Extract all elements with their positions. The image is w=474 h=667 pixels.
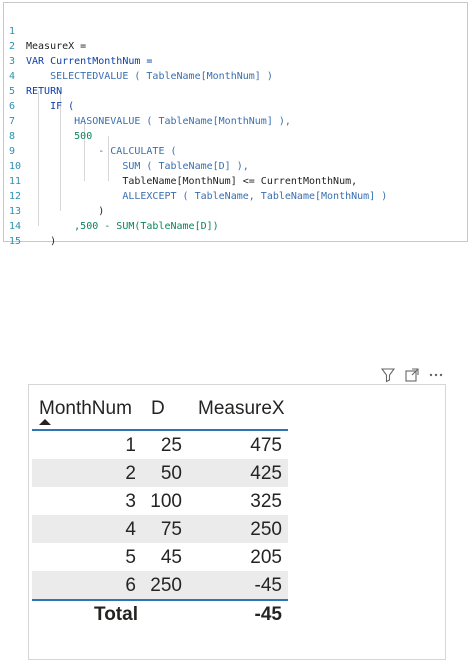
cell-monthnum: 5 bbox=[125, 547, 136, 568]
total-label: Total bbox=[94, 604, 138, 625]
code-line: 6 HASONEVALUE ( TableName[MonthNum] ), bbox=[4, 84, 464, 127]
code-line: 9 SUM ( TableName[D] ), bbox=[4, 129, 464, 172]
cell-measurex: -45 bbox=[254, 575, 282, 596]
cell-monthnum: 2 bbox=[125, 463, 136, 484]
column-header-monthnum[interactable]: MonthNum bbox=[39, 398, 132, 420]
code-text: ) bbox=[26, 236, 57, 247]
code-line: 8 - CALCULATE ( bbox=[4, 114, 464, 157]
cell-monthnum: 1 bbox=[125, 435, 136, 456]
cell-measurex: 425 bbox=[250, 463, 282, 484]
code-line: 7 500 bbox=[4, 99, 464, 142]
table-row: 6 250 -45 bbox=[32, 571, 288, 599]
table-row: 4 75 250 bbox=[32, 515, 288, 543]
column-header-d[interactable]: D bbox=[151, 398, 165, 420]
cell-d: 75 bbox=[160, 519, 182, 540]
code-line: 5 IF ( bbox=[4, 69, 464, 112]
dax-code-editor[interactable]: 1 MeasureX = 2 VAR CurrentMonthNum = 3 S… bbox=[3, 2, 468, 247]
column-header-measurex[interactable]: MeasureX bbox=[198, 398, 285, 420]
cell-d: 45 bbox=[160, 547, 182, 568]
total-divider bbox=[32, 599, 288, 601]
sort-ascending-icon bbox=[39, 419, 51, 425]
cell-monthnum: 3 bbox=[125, 491, 136, 512]
cell-monthnum: 6 bbox=[125, 575, 136, 596]
table-row: 1 25 475 bbox=[32, 431, 288, 459]
cell-d: 100 bbox=[150, 491, 182, 512]
cell-d: 250 bbox=[150, 575, 182, 596]
filter-icon[interactable] bbox=[380, 367, 396, 383]
table-row: 3 100 325 bbox=[32, 487, 288, 515]
code-line: 3 SELECTEDVALUE ( TableName[MonthNum] ) bbox=[4, 39, 464, 82]
code-line: 4 RETURN bbox=[4, 54, 464, 97]
more-options-icon[interactable] bbox=[428, 367, 444, 383]
focus-mode-icon[interactable] bbox=[404, 367, 420, 383]
table-row: 5 45 205 bbox=[32, 543, 288, 571]
code-line: 12 ) bbox=[4, 174, 464, 217]
cell-measurex: 205 bbox=[250, 547, 282, 568]
cell-measurex: 325 bbox=[250, 491, 282, 512]
cell-measurex: 250 bbox=[250, 519, 282, 540]
cell-d: 50 bbox=[160, 463, 182, 484]
visual-header bbox=[380, 367, 450, 383]
cell-d: 25 bbox=[160, 435, 182, 456]
line-number: 15 bbox=[9, 236, 22, 247]
cell-measurex: 475 bbox=[250, 435, 282, 456]
code-line: 11 ALLEXCEPT ( TableName, TableName[Mont… bbox=[4, 159, 464, 202]
code-line: 15 bbox=[4, 219, 464, 247]
code-line: 14 ) bbox=[4, 204, 464, 247]
code-line: 10 TableName[MonthNum] <= CurrentMonthNu… bbox=[4, 144, 464, 187]
table-row: 2 50 425 bbox=[32, 459, 288, 487]
code-line: 2 VAR CurrentMonthNum = bbox=[4, 24, 464, 67]
code-line: 13 ,500 - SUM(TableName[D]) bbox=[4, 189, 464, 232]
code-line: 1 MeasureX = bbox=[4, 9, 464, 52]
total-measurex: -45 bbox=[254, 604, 282, 625]
cell-monthnum: 4 bbox=[125, 519, 136, 540]
